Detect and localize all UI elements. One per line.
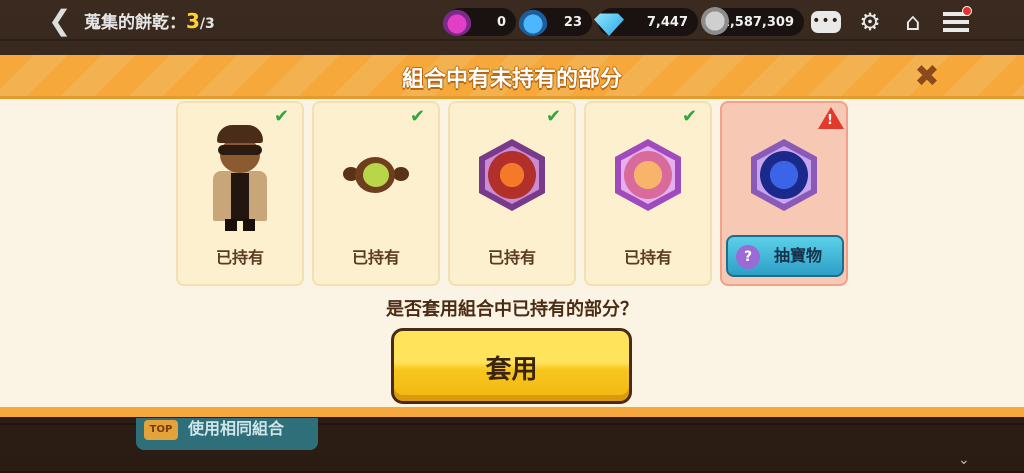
purple-potion-counter[interactable]: 0 [442,6,516,36]
crystal-counter[interactable]: 7,447 [594,8,698,36]
dialog-title: 組合中有未持有的部分 [401,67,622,92]
fire-treasure-icon [479,139,545,211]
question-icon: ? [736,245,760,269]
apply-button-label: 套用 [485,355,538,385]
cookie-character-image [205,121,275,233]
close-icon[interactable]: ✖ [912,62,942,93]
blue-potion-value: 23 [563,14,582,30]
notification-dot [962,6,972,16]
collected-count: 3 [186,9,200,33]
use-same-combo-button[interactable]: TOP 使用相同組合 [136,418,318,450]
combo-card-treasure-red[interactable]: ✔ 已持有 [448,101,576,286]
combo-card-pet[interactable]: ✔ 已持有 [312,101,440,286]
blue-potion-counter[interactable]: 23 [518,6,592,36]
combo-card-treasure-blue[interactable]: ! ? 抽寶物 [720,101,848,286]
purple-potion-icon [442,6,472,36]
kiwi-pet-image [343,153,409,197]
home-icon[interactable]: ⌂ [897,8,929,36]
coin-counter[interactable]: 1,587,309 [700,6,804,36]
total-count: /3 [199,16,215,32]
gear-icon[interactable]: ⚙ [854,8,886,36]
combo-card-cookie[interactable]: ✔ 已持有 [176,101,304,286]
purple-potion-value: 0 [496,14,506,30]
top-badge: TOP [144,420,178,440]
top-hud: ❮ 蒐集的餅乾：3/3 0 23 7,447 1,587,309 ⚙ ⌂ [0,0,1024,44]
apply-button[interactable]: 套用 [391,328,632,404]
combo-card-treasure-orange[interactable]: ✔ 已持有 [584,101,712,286]
use-same-combo-label: 使用相同組合 [188,419,285,438]
crystal-icon [594,13,624,36]
coin-icon [700,6,730,36]
card-status-label: 已持有 [623,248,672,267]
card-status-label: 已持有 [487,248,536,267]
apply-question-text: 是否套用組合中已持有的部分？ [386,299,638,320]
candy-treasure-icon [615,139,681,211]
check-icon: ✔ [274,106,290,127]
check-icon: ✔ [410,106,426,127]
collected-cookies-counter: 蒐集的餅乾：3/3 [84,8,215,33]
coin-value: 1,587,309 [720,14,794,30]
crystal-value: 7,447 [646,14,688,30]
check-icon: ✔ [546,106,562,127]
card-status-label: 已持有 [351,248,400,267]
dialog-header: 組合中有未持有的部分 ✖ [0,55,1024,99]
counter-label: 蒐集的餅乾： [84,13,186,33]
draw-treasure-button[interactable]: ? 抽寶物 [726,235,844,277]
check-icon: ✔ [682,106,698,127]
crystal-treasure-icon [751,139,817,211]
draw-treasure-label: 抽寶物 [773,246,822,265]
chat-icon[interactable] [811,8,843,36]
card-status-label: 已持有 [215,248,264,267]
chevron-left-icon[interactable]: ❮ [48,6,74,36]
dialog-bottom-border [0,407,1024,417]
chevron-down-icon: ⌄ [958,452,970,468]
blue-potion-icon [518,6,548,36]
warning-icon: ! [818,107,844,129]
incomplete-combo-dialog: 組合中有未持有的部分 ✖ ✔ 已持有 ✔ 已持有 ✔ 已持有 ✔ 已持有 ! ?… [0,55,1024,417]
